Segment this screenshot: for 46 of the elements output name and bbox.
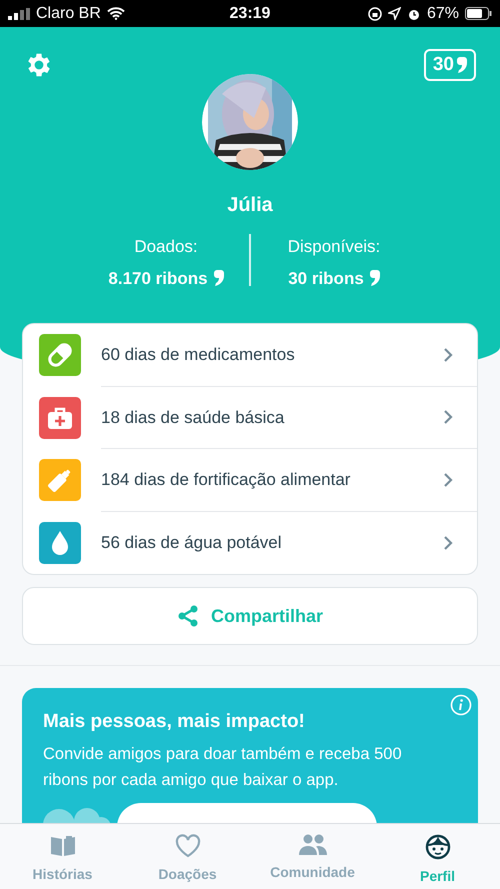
battery-icon [465, 7, 492, 20]
bottle-icon [47, 467, 73, 494]
impact-text: 56 dias de água potável [101, 532, 283, 554]
stat-label: Disponíveis: [288, 236, 380, 258]
ribbon-icon [214, 270, 224, 286]
wifi-icon [106, 7, 125, 20]
share-icon [176, 605, 199, 627]
book-icon [50, 834, 76, 858]
impact-row[interactable]: 18 dias de saúde básica [23, 386, 477, 449]
balance-badge[interactable]: 30 [424, 49, 476, 81]
chevron-right-icon [443, 534, 453, 551]
impact-text: 18 dias de saúde básica [101, 406, 286, 428]
water-drop-icon [50, 530, 70, 556]
location-arrow-icon [388, 7, 401, 20]
tab[interactable]: Histórias [0, 824, 125, 889]
promo-title: Mais pessoas, mais impacto! [43, 710, 306, 734]
pill-icon [47, 342, 73, 368]
impact-row[interactable]: 56 dias de água potável [23, 512, 477, 574]
rotation-lock-icon [368, 6, 382, 20]
people-icon [298, 834, 328, 856]
battery-percent: 67% [426, 4, 459, 24]
ribbon-icon [457, 57, 467, 73]
share-button[interactable]: Compartilhar [22, 587, 478, 645]
clock-time: 23:19 [230, 4, 270, 24]
stat-value: 8.170 ribons [108, 268, 208, 290]
smiley-icon [424, 834, 450, 860]
first-aid-kit-icon [47, 406, 73, 430]
impact-row[interactable]: 184 dias de fortificação alimentar [23, 449, 477, 512]
tab[interactable]: Perfil [375, 824, 500, 889]
impact-text: 184 dias de fortificação alimentar [101, 469, 352, 491]
chevron-right-icon [443, 346, 453, 363]
heart-icon [174, 834, 200, 858]
promo-text: Convide amigos para doar também e receba 500 ribons por cada amigo que baixar o app. [43, 744, 403, 790]
chevron-right-icon [443, 472, 453, 488]
carrier-name: Claro BR [36, 4, 101, 24]
tab[interactable]: Comunidade [250, 824, 375, 889]
user-name: Júlia [227, 193, 273, 218]
stat-label: Doados: [134, 236, 198, 258]
impact-row[interactable]: 60 dias de medicamentos [23, 324, 477, 386]
chevron-right-icon [443, 409, 453, 426]
stat-value: 30 ribons [288, 268, 364, 290]
info-icon[interactable] [450, 694, 472, 716]
tab[interactable]: Doações [125, 824, 250, 889]
ribbon-icon [370, 270, 380, 286]
signal-icon [8, 8, 30, 20]
impact-text: 60 dias de medicamentos [101, 344, 296, 366]
